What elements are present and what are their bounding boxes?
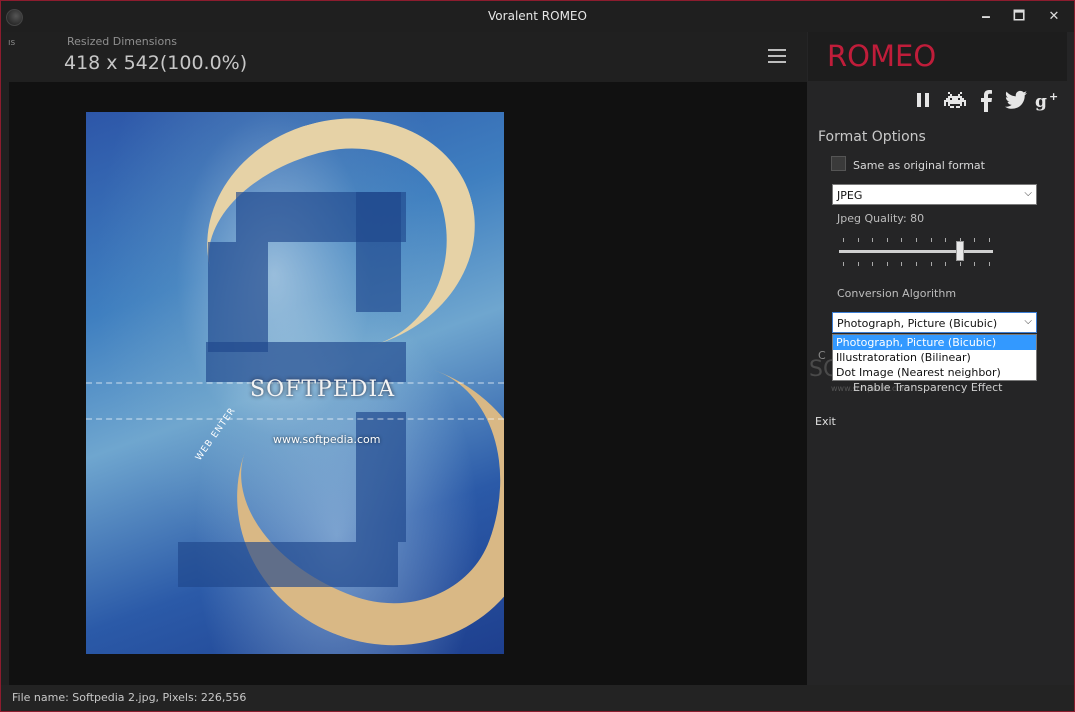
slider-track <box>839 250 993 253</box>
facebook-icon[interactable] <box>977 90 1001 112</box>
slider-tick <box>989 262 990 266</box>
slider-tick <box>989 238 990 242</box>
close-button[interactable]: ✕ <box>1040 7 1068 27</box>
title-bar: Voralent ROMEO 🗕 🗖 ✕ <box>1 1 1074 32</box>
image-pixel-block <box>356 192 401 312</box>
slider-tick <box>872 262 873 266</box>
slider-tick <box>931 238 932 242</box>
slider-tick <box>843 262 844 266</box>
conversion-options-list: Photograph, Picture (Bicubic) Illustrato… <box>832 334 1037 381</box>
image-preview-area: SOFTPEDIA www.softpedia.com WEB ENTER <box>9 82 807 685</box>
chevron-down-icon: ⌵ <box>1024 316 1032 327</box>
truncated-label: ıs <box>8 38 16 48</box>
twitter-icon[interactable] <box>1005 90 1029 112</box>
slider-tick <box>945 262 946 266</box>
google-plus-icon[interactable]: g + <box>1035 90 1063 112</box>
svg-text:g: g <box>1035 92 1047 112</box>
slider-tick <box>916 262 917 266</box>
minimize-button[interactable]: 🗕 <box>972 7 1000 27</box>
dimensions-header: ıs Resized Dimensions 418 x 542(100.0%) <box>1 32 807 82</box>
slider-tick <box>901 262 902 266</box>
slider-tick <box>901 238 902 242</box>
slider-ticks-bottom <box>839 262 993 266</box>
slider-tick <box>931 262 932 266</box>
same-format-checkbox[interactable] <box>831 156 846 171</box>
slider-tick <box>887 262 888 266</box>
options-panel: ROMEO g + Format Options Same as original… <box>807 32 1074 685</box>
conversion-select[interactable]: Photograph, Picture (Bicubic) ⌵ <box>832 312 1037 333</box>
status-bar: File name: Softpedia 2.jpg, Pixels: 226,… <box>1 685 1074 711</box>
hamburger-menu-icon[interactable] <box>768 49 786 63</box>
space-invader-icon[interactable] <box>944 90 968 112</box>
app-window: Voralent ROMEO 🗕 🗖 ✕ ıs Resized Dimensio… <box>0 0 1075 712</box>
image-pixel-block <box>206 342 406 382</box>
pause-icon[interactable] <box>913 90 937 112</box>
slider-tick <box>887 238 888 242</box>
jpeg-quality-label: Jpeg Quality: 80 <box>837 212 925 225</box>
svg-text:+: + <box>1049 90 1058 103</box>
format-select[interactable]: JPEG ⌵ <box>832 184 1037 205</box>
slider-thumb[interactable] <box>956 241 964 261</box>
image-pixel-block <box>208 242 268 352</box>
resized-dimensions-label: Resized Dimensions <box>67 35 177 48</box>
slider-tick <box>974 262 975 266</box>
maximize-button[interactable]: 🗖 <box>1005 7 1033 27</box>
conversion-option[interactable]: Photograph, Picture (Bicubic) <box>833 335 1036 350</box>
image-url-text: www.softpedia.com <box>273 433 381 446</box>
format-select-value: JPEG <box>837 189 863 202</box>
image-pixel-block <box>356 412 406 542</box>
conversion-select-value: Photograph, Picture (Bicubic) <box>837 317 998 330</box>
slider-tick <box>843 238 844 242</box>
preview-image: SOFTPEDIA www.softpedia.com WEB ENTER <box>86 112 504 654</box>
window-title: Voralent ROMEO <box>488 9 587 23</box>
transparency-label[interactable]: Enable Transparency Effect <box>853 381 1003 394</box>
exit-button[interactable]: Exit <box>815 415 836 428</box>
image-pixel-block <box>178 542 398 587</box>
same-format-label: Same as original format <box>853 159 985 172</box>
brand-title: ROMEO <box>827 39 937 73</box>
conversion-option[interactable]: Dot Image (Nearest neighbor) <box>833 365 1036 380</box>
format-options-heading: Format Options <box>818 129 926 145</box>
slider-tick <box>916 238 917 242</box>
status-text: File name: Softpedia 2.jpg, Pixels: 226,… <box>12 691 247 704</box>
slider-ticks-top <box>839 238 993 242</box>
brand-header: ROMEO <box>808 32 1067 81</box>
image-logo-text: SOFTPEDIA <box>250 377 396 402</box>
slider-tick <box>858 238 859 242</box>
conversion-algorithm-label: Conversion Algorithm <box>837 287 957 300</box>
slider-tick <box>960 262 961 266</box>
conversion-option[interactable]: Illustratoration (Bilinear) <box>833 350 1036 365</box>
slider-tick <box>858 262 859 266</box>
resized-dimensions-value: 418 x 542(100.0%) <box>64 52 248 74</box>
slider-tick <box>974 238 975 242</box>
jpeg-quality-slider[interactable] <box>839 238 993 268</box>
slider-tick <box>872 238 873 242</box>
slider-tick <box>945 238 946 242</box>
chevron-down-icon: ⌵ <box>1024 188 1032 199</box>
